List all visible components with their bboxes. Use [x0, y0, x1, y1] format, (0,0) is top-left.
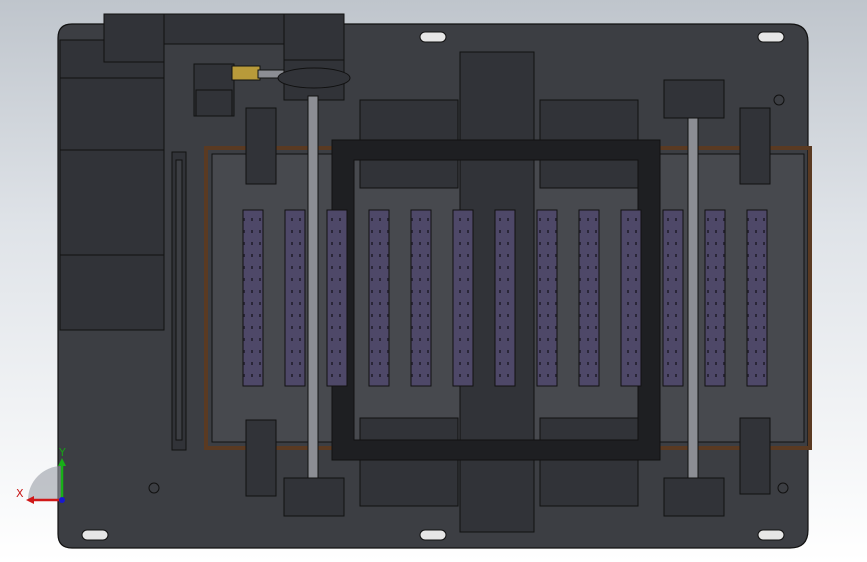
roller[interactable]	[494, 209, 516, 387]
slot-bottom-right	[757, 529, 785, 541]
roller[interactable]	[536, 209, 558, 387]
roller[interactable]	[662, 209, 684, 387]
roller[interactable]	[284, 209, 306, 387]
roller[interactable]	[746, 209, 768, 387]
drive-motor[interactable]	[59, 39, 165, 331]
bracket-left-top	[245, 107, 277, 185]
x-axis-label: X	[16, 487, 24, 500]
slot-bottom-center	[419, 529, 447, 541]
pulley-assembly[interactable]	[277, 59, 351, 101]
assembly-top-view[interactable]: X Y	[0, 0, 867, 562]
clamp-bottom-left	[359, 417, 459, 507]
roller[interactable]	[326, 209, 348, 387]
slot-bottom-left	[81, 529, 109, 541]
slot-top-center	[419, 31, 447, 43]
roller[interactable]	[368, 209, 390, 387]
cad-viewport[interactable]: X Y	[0, 0, 867, 562]
bracket-right-top	[739, 107, 771, 185]
roller[interactable]	[242, 209, 264, 387]
pillow-block-bottom-left	[283, 477, 345, 517]
roller[interactable]	[704, 209, 726, 387]
bracket-right-bottom	[739, 417, 771, 495]
y-axis-label: Y	[58, 446, 66, 459]
roller[interactable]	[578, 209, 600, 387]
roller[interactable]	[452, 209, 474, 387]
clamp-bottom-right	[539, 417, 639, 507]
pillow-block-bottom-right	[663, 477, 725, 517]
left-slide-rail[interactable]	[171, 151, 187, 451]
coordinate-triad: X Y	[16, 446, 66, 504]
slot-top-right	[757, 31, 785, 43]
roller[interactable]	[620, 209, 642, 387]
bracket-left-bottom	[245, 419, 277, 497]
roller[interactable]	[410, 209, 432, 387]
z-axis-dot	[59, 497, 65, 503]
pillow-block-top-right	[663, 79, 725, 119]
